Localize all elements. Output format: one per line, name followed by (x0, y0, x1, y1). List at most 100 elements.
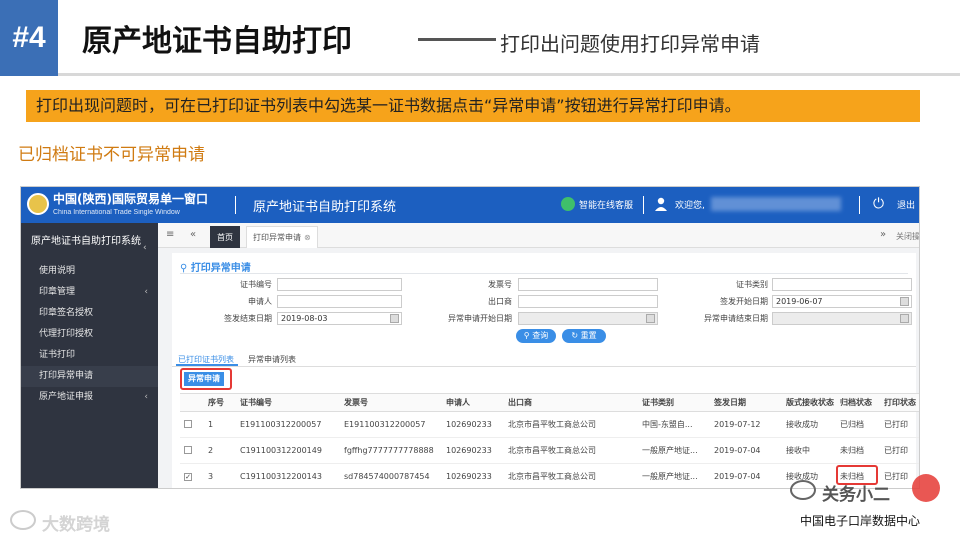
sidebar-item-label: 代理打印授权 (39, 329, 94, 339)
cert-type-label: 证书类别 (736, 280, 768, 289)
applicant-input[interactable] (277, 295, 402, 308)
tab-label: 打印异常申请 (253, 233, 301, 242)
cell-exporter: 北京市昌平牧工商总公司 (504, 437, 638, 464)
menu-icon[interactable]: ≡ (166, 229, 174, 240)
cell-cert-no: C191100312200143 (236, 463, 340, 488)
row-checkbox[interactable]: ✓ (180, 463, 204, 488)
exporter-input[interactable] (518, 295, 658, 308)
cell-archive-status: 未归档 (836, 437, 880, 464)
logout-button[interactable]: 退出 (897, 198, 915, 211)
col-archive-status: 归档状态 (836, 393, 880, 412)
sidebar-item-label: 印章签名授权 (39, 308, 94, 318)
cell-receive-status: 接收成功 (782, 411, 836, 438)
user-icon (655, 197, 667, 211)
row-checkbox[interactable] (180, 437, 204, 464)
cell-print-status: 已打印 (880, 437, 919, 464)
calendar-icon[interactable] (646, 314, 655, 323)
checkbox[interactable] (184, 445, 192, 454)
reset-button[interactable]: ↻ 重置 (562, 329, 606, 343)
abnormal-start-label: 异常申请开始日期 (448, 314, 512, 323)
sidebar-header: 原产地证书自助打印系统 (31, 236, 141, 247)
cell-invoice: sd784574000787454 (340, 463, 442, 488)
sidebar-item-print-abnormal[interactable]: 打印异常申请 (21, 366, 158, 387)
sidebar-item-origin-declare[interactable]: 原产地证申报 ‹ (21, 387, 158, 408)
col-print-status: 打印状态 (880, 393, 919, 412)
tab-print-abnormal[interactable]: 打印异常申请 ⊗ (246, 226, 318, 248)
app-screenshot: 中国(陕西)国际贸易单一窗口 China International Trade… (20, 186, 920, 489)
sidebar-item-seal-authorization[interactable]: 印章签名授权 (21, 303, 158, 324)
col-cert-no: 证书编号 (236, 393, 340, 412)
slide-subtitle: 打印出问题使用打印异常申请 (500, 32, 760, 56)
wechat-icon (790, 480, 816, 500)
instruction-banner: 打印出现问题时，可在已打印证书列表中勾选某一证书数据点击“异常申请”按钮进行异常… (26, 90, 920, 122)
divider (172, 366, 916, 367)
search-button[interactable]: ⚲ 查询 (516, 329, 556, 343)
cell-exporter: 北京市昌平牧工商总公司 (504, 463, 638, 488)
chevron-left-icon: ‹ (144, 392, 148, 402)
power-icon[interactable]: ⏻ (873, 196, 884, 212)
issue-end-value: 2019-08-03 (281, 314, 328, 323)
sidebar-item-label: 打印异常申请 (39, 371, 94, 381)
col-issue-date: 签发日期 (710, 393, 782, 412)
abnormal-start-input[interactable] (518, 312, 658, 325)
cell-cert-type: 一般原产地证... (638, 437, 710, 464)
cert-no-input[interactable] (277, 278, 402, 291)
sidebar-item-cert-print[interactable]: 证书打印 (21, 345, 158, 366)
table-row[interactable]: 2 C191100312200149 fgffhg7777777778888 1… (180, 437, 919, 464)
cell-archive-status: 已归档 (836, 411, 880, 438)
cell-applicant: 102690233 (442, 437, 504, 464)
sidebar-item-seal-management[interactable]: 印章管理 ‹ (21, 282, 158, 303)
sidebar-item-usage[interactable]: 使用说明 (21, 261, 158, 282)
tab-home[interactable]: 首页 (210, 226, 240, 248)
refresh-icon: ↻ (571, 331, 581, 340)
calendar-icon[interactable] (900, 297, 909, 306)
wechat-icon (10, 510, 36, 530)
highlight-box-button (180, 368, 232, 390)
cell-exporter: 北京市昌平牧工商总公司 (504, 411, 638, 438)
online-service-link[interactable]: 智能在线客服 (579, 198, 633, 211)
watermark-left: 大数跨境 (42, 515, 110, 535)
invoice-no-input[interactable] (518, 278, 658, 291)
issue-start-label: 签发开始日期 (720, 297, 768, 306)
col-invoice: 发票号 (340, 393, 442, 412)
calendar-icon[interactable] (390, 314, 399, 323)
tab-bar: ≡ « 首页 打印异常申请⊗ » 关闭操作 (158, 223, 919, 248)
table-row[interactable]: 1 E191100312200057 E191100312200057 1026… (180, 411, 919, 438)
abnormal-end-input[interactable] (772, 312, 912, 325)
checkbox-checked[interactable]: ✓ (184, 473, 192, 481)
issue-end-input[interactable]: 2019-08-03 (277, 312, 402, 325)
chevron-left-icon: ‹ (144, 287, 148, 297)
checkbox[interactable] (184, 419, 192, 428)
tab-abnormal-list[interactable]: 异常申请列表 (248, 354, 296, 365)
issue-start-value: 2019-06-07 (776, 297, 823, 306)
chevron-left-icon[interactable]: ‹ (143, 243, 147, 253)
topbar-divider (235, 196, 236, 214)
robot-icon[interactable] (561, 197, 575, 211)
row-checkbox[interactable] (180, 411, 204, 438)
sidebar-item-proxy-print[interactable]: 代理打印授权 (21, 324, 158, 345)
cell-seq: 1 (204, 411, 236, 438)
exporter-label: 出口商 (488, 297, 512, 306)
watermark-source: 中国电子口岸数据中心 (800, 514, 921, 528)
table-header-row: 序号 证书编号 发票号 申请人 出口商 证书类别 签发日期 版式接收状态 归档状… (180, 393, 919, 412)
calendar-icon[interactable] (900, 314, 909, 323)
slide-title: 原产地证书自助打印 (82, 24, 352, 59)
close-operations-menu[interactable]: 关闭操作 (896, 231, 919, 242)
printed-cert-table: 序号 证书编号 发票号 申请人 出口商 证书类别 签发日期 版式接收状态 归档状… (180, 393, 919, 488)
forward-icon[interactable]: » (880, 229, 886, 240)
back-icon[interactable]: « (190, 229, 196, 240)
col-applicant: 申请人 (442, 393, 504, 412)
app-topbar: 中国(陕西)国际贸易单一窗口 China International Trade… (21, 187, 919, 223)
brand-name-en: China International Trade Single Window (53, 209, 180, 216)
sidebar-item-label: 原产地证申报 (39, 392, 94, 402)
cert-type-select[interactable] (772, 278, 912, 291)
close-tab-icon[interactable]: ⊗ (304, 233, 311, 242)
col-cert-type: 证书类别 (638, 393, 710, 412)
applicant-label: 申请人 (248, 297, 272, 306)
sidebar-item-label: 使用说明 (39, 266, 76, 276)
cell-cert-no: E191100312200057 (236, 411, 340, 438)
cell-cert-type: 中国-东盟自... (638, 411, 710, 438)
cell-seq: 3 (204, 463, 236, 488)
sidebar: 原产地证书自助打印系统 ‹ 使用说明 印章管理 ‹ 印章签名授权 代理打印授权 证… (21, 223, 158, 488)
issue-start-input[interactable]: 2019-06-07 (772, 295, 912, 308)
